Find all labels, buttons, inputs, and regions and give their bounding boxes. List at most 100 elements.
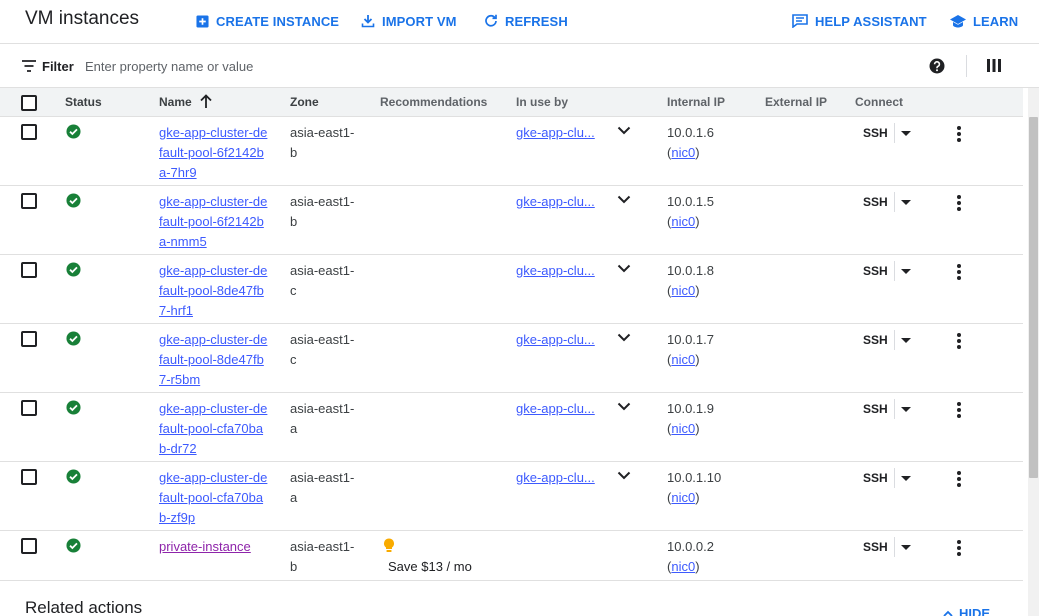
table-row: gke-app-cluster-default-pool-cfa70bab-dr…: [0, 393, 1023, 462]
refresh-label: REFRESH: [505, 13, 568, 29]
nic-wrapper: (nic0): [667, 490, 700, 505]
in-use-by-link[interactable]: gke-app-clu...: [516, 330, 595, 350]
ssh-button[interactable]: SSH: [863, 192, 888, 212]
create-instance-button[interactable]: CREATE INSTANCE: [196, 12, 339, 30]
nic-link[interactable]: nic0: [671, 559, 695, 574]
instance-name-link[interactable]: private-instance: [159, 537, 269, 557]
nic-link[interactable]: nic0: [671, 490, 695, 505]
create-instance-label: CREATE INSTANCE: [216, 13, 340, 29]
chevron-down-icon[interactable]: [617, 402, 631, 411]
column-display-icon[interactable]: [987, 59, 1001, 72]
chevron-down-icon[interactable]: [617, 126, 631, 135]
hide-button[interactable]: HIDE: [943, 606, 990, 616]
caret-down-icon[interactable]: [901, 269, 911, 274]
column-recommendations[interactable]: Recommendations: [380, 95, 487, 109]
scrollbar-thumb[interactable]: [1029, 117, 1038, 478]
import-vm-button[interactable]: IMPORT VM: [361, 12, 457, 30]
in-use-by-link[interactable]: gke-app-clu...: [516, 261, 595, 281]
table-row: gke-app-cluster-default-pool-8de47fb7-r5…: [0, 324, 1023, 393]
row-checkbox[interactable]: [21, 124, 37, 140]
ssh-divider: [894, 330, 895, 350]
ssh-button[interactable]: SSH: [863, 537, 888, 557]
chevron-down-icon[interactable]: [617, 471, 631, 480]
column-name[interactable]: Name: [159, 95, 192, 109]
in-use-by-link[interactable]: gke-app-clu...: [516, 192, 595, 212]
internal-ip-value: 10.0.1.10: [667, 470, 722, 485]
row-checkbox[interactable]: [21, 538, 37, 554]
internal-ip-cell: 10.0.0.2 (nic0): [667, 537, 714, 577]
column-internal-ip[interactable]: Internal IP: [667, 95, 725, 109]
nic-link[interactable]: nic0: [671, 352, 695, 367]
row-checkbox[interactable]: [21, 262, 37, 278]
arrow-up-icon[interactable]: [199, 94, 213, 109]
column-zone[interactable]: Zone: [290, 95, 319, 109]
more-vert-icon[interactable]: [952, 194, 966, 212]
instance-name-link[interactable]: gke-app-cluster-default-pool-8de47fb7-r5…: [159, 330, 269, 390]
nic-link[interactable]: nic0: [671, 283, 695, 298]
in-use-by-link[interactable]: gke-app-clu...: [516, 399, 595, 419]
more-vert-icon[interactable]: [952, 470, 966, 488]
chevron-down-icon[interactable]: [617, 264, 631, 273]
select-all-checkbox[interactable]: [21, 95, 37, 111]
caret-down-icon[interactable]: [901, 200, 911, 205]
zone-cell: asia-east1-c: [290, 332, 355, 367]
help-assistant-button[interactable]: HELP ASSISTANT: [792, 12, 927, 30]
nic-link[interactable]: nic0: [671, 421, 695, 436]
row-checkbox[interactable]: [21, 469, 37, 485]
check-circle-icon: [66, 400, 81, 415]
ssh-divider: [894, 192, 895, 212]
nic-link[interactable]: nic0: [671, 214, 695, 229]
check-circle-icon: [66, 124, 81, 139]
refresh-button[interactable]: REFRESH: [484, 12, 568, 30]
column-in-use-by[interactable]: In use by: [516, 95, 568, 109]
more-vert-icon[interactable]: [952, 332, 966, 350]
internal-ip-value: 10.0.0.2: [667, 539, 714, 554]
caret-down-icon[interactable]: [901, 476, 911, 481]
ssh-button[interactable]: SSH: [863, 123, 888, 143]
column-connect[interactable]: Connect: [855, 95, 903, 109]
help-icon[interactable]: [929, 58, 945, 74]
chevron-up-icon: [943, 610, 953, 616]
recommendation-text[interactable]: Save $13 / mo: [388, 557, 472, 577]
in-use-by-link[interactable]: gke-app-clu...: [516, 468, 595, 488]
table-row: gke-app-cluster-default-pool-6f2142ba-7h…: [0, 117, 1023, 186]
lightbulb-icon[interactable]: [383, 538, 395, 553]
chevron-down-icon[interactable]: [617, 333, 631, 342]
more-vert-icon[interactable]: [952, 125, 966, 143]
instance-name-link[interactable]: gke-app-cluster-default-pool-6f2142ba-7h…: [159, 123, 269, 183]
row-checkbox[interactable]: [21, 331, 37, 347]
more-vert-icon[interactable]: [952, 539, 966, 557]
row-checkbox[interactable]: [21, 193, 37, 209]
row-checkbox[interactable]: [21, 400, 37, 416]
chevron-down-icon[interactable]: [617, 195, 631, 204]
table-row: gke-app-cluster-default-pool-8de47fb7-hr…: [0, 255, 1023, 324]
caret-down-icon[interactable]: [901, 131, 911, 136]
internal-ip-value: 10.0.1.6: [667, 125, 714, 140]
instance-name-link[interactable]: gke-app-cluster-default-pool-cfa70bab-dr…: [159, 399, 269, 459]
ssh-button[interactable]: SSH: [863, 330, 888, 350]
page-header: VM instances CREATE INSTANCE IMPORT VM R…: [0, 0, 1039, 44]
in-use-by-link[interactable]: gke-app-clu...: [516, 123, 595, 143]
more-vert-icon[interactable]: [952, 401, 966, 419]
internal-ip-cell: 10.0.1.5 (nic0): [667, 192, 714, 232]
ssh-button[interactable]: SSH: [863, 399, 888, 419]
caret-down-icon[interactable]: [901, 545, 911, 550]
instance-name-link[interactable]: gke-app-cluster-default-pool-6f2142ba-nm…: [159, 192, 269, 252]
instance-name-link[interactable]: gke-app-cluster-default-pool-cfa70bab-zf…: [159, 468, 269, 528]
add-box-icon: [196, 14, 209, 28]
check-circle-icon: [66, 469, 81, 484]
school-icon: [950, 14, 966, 27]
column-external-ip[interactable]: External IP: [765, 95, 827, 109]
ssh-button[interactable]: SSH: [863, 468, 888, 488]
check-circle-icon: [66, 538, 81, 553]
caret-down-icon[interactable]: [901, 338, 911, 343]
filter-input[interactable]: [85, 54, 785, 78]
caret-down-icon[interactable]: [901, 407, 911, 412]
instance-name-link[interactable]: gke-app-cluster-default-pool-8de47fb7-hr…: [159, 261, 269, 321]
learn-button[interactable]: LEARN: [950, 12, 1018, 30]
zone-cell: asia-east1-a: [290, 401, 355, 436]
column-status[interactable]: Status: [65, 95, 102, 109]
nic-link[interactable]: nic0: [671, 145, 695, 160]
ssh-button[interactable]: SSH: [863, 261, 888, 281]
more-vert-icon[interactable]: [952, 263, 966, 281]
